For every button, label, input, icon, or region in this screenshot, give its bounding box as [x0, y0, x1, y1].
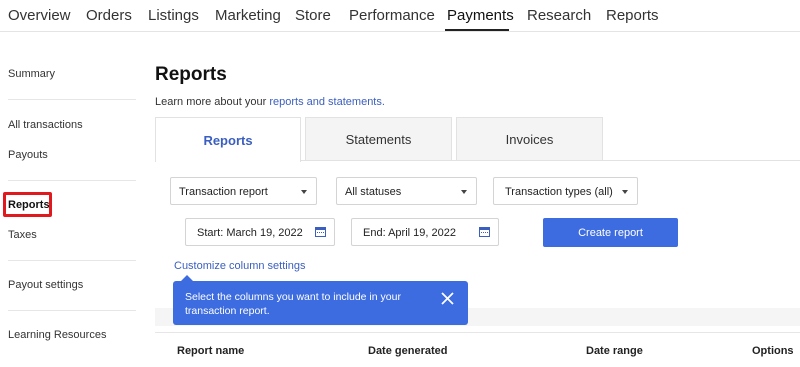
- sidebar-divider: [8, 260, 136, 261]
- nav-tab-marketing[interactable]: Marketing: [215, 7, 281, 24]
- nav-tab-research[interactable]: Research: [527, 7, 591, 24]
- report-type-value: Transaction report: [179, 186, 268, 198]
- highlight-box: [3, 192, 52, 217]
- sidebar-item-summary[interactable]: Summary: [8, 68, 55, 80]
- sidebar-item-taxes[interactable]: Taxes: [8, 229, 37, 241]
- learn-more-prefix: Learn more about your: [155, 96, 270, 108]
- close-icon[interactable]: [440, 291, 455, 306]
- start-date-field[interactable]: Start: March 19, 2022: [185, 218, 335, 246]
- tab-statements[interactable]: Statements: [305, 117, 452, 161]
- column-header-date-generated: Date generated: [368, 345, 448, 357]
- tab-invoices[interactable]: Invoices: [456, 117, 603, 161]
- end-date-field[interactable]: End: April 19, 2022: [351, 218, 499, 246]
- status-select[interactable]: All statuses: [336, 177, 477, 205]
- sidebar-divider: [8, 310, 136, 311]
- customize-columns-link[interactable]: Customize column settings: [174, 260, 305, 272]
- active-tab-underline: [445, 29, 509, 31]
- report-type-select[interactable]: Transaction report: [170, 177, 317, 205]
- status-value: All statuses: [345, 186, 402, 198]
- sidebar-item-payouts[interactable]: Payouts: [8, 149, 48, 161]
- caret-down-icon: [622, 190, 628, 194]
- tooltip-text: Select the columns you want to include i…: [185, 291, 401, 317]
- page-title: Reports: [155, 64, 227, 85]
- nav-tab-overview[interactable]: Overview: [8, 7, 71, 24]
- nav-tab-orders[interactable]: Orders: [86, 7, 132, 24]
- sidebar-item-payout-settings[interactable]: Payout settings: [8, 279, 83, 291]
- transaction-types-value: Transaction types (all): [505, 186, 613, 198]
- nav-tab-performance[interactable]: Performance: [349, 7, 435, 24]
- create-report-button[interactable]: Create report: [543, 218, 678, 247]
- reports-statements-link[interactable]: reports and statements.: [269, 96, 385, 108]
- end-date-value: End: April 19, 2022: [363, 227, 456, 239]
- nav-tab-payments[interactable]: Payments: [447, 7, 514, 24]
- sidebar-divider: [8, 180, 136, 181]
- nav-tab-reports[interactable]: Reports: [606, 7, 659, 24]
- column-header-report-name: Report name: [177, 345, 245, 357]
- learn-more-text: Learn more about your reports and statem…: [155, 96, 385, 108]
- column-settings-tooltip: Select the columns you want to include i…: [173, 275, 468, 325]
- nav-tab-store[interactable]: Store: [295, 7, 331, 24]
- tab-reports[interactable]: Reports: [155, 117, 301, 162]
- column-header-date-range: Date range: [586, 345, 643, 357]
- transaction-types-select[interactable]: Transaction types (all): [493, 177, 638, 205]
- column-header-options: Options: [752, 345, 794, 357]
- sidebar-divider: [8, 99, 136, 100]
- top-navigation: Overview Orders Listings Marketing Store…: [0, 0, 800, 32]
- nav-tab-listings[interactable]: Listings: [148, 7, 199, 24]
- caret-down-icon: [461, 190, 467, 194]
- sidebar-item-all-transactions[interactable]: All transactions: [8, 119, 83, 131]
- sidebar-item-learning-resources[interactable]: Learning Resources: [8, 329, 106, 341]
- tooltip-arrow: [181, 275, 193, 281]
- caret-down-icon: [301, 190, 307, 194]
- start-date-value: Start: March 19, 2022: [197, 227, 303, 239]
- calendar-icon[interactable]: [479, 227, 490, 237]
- calendar-icon[interactable]: [315, 227, 326, 237]
- reports-table-header: Report name Date generated Date range Op…: [155, 332, 800, 367]
